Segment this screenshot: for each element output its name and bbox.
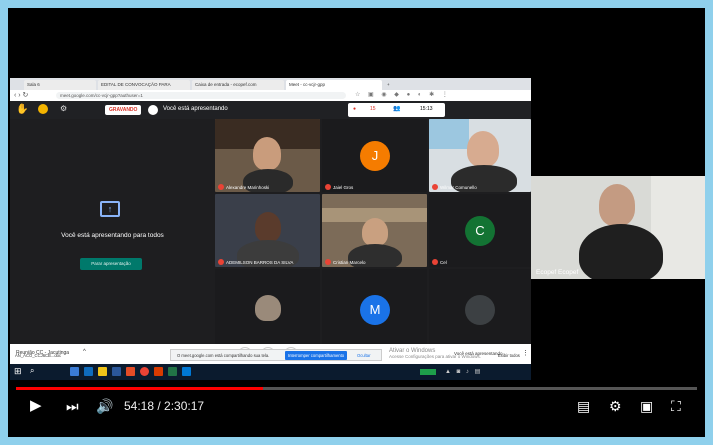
tray-icons[interactable]: ▲ ◙ ♪ ▤	[445, 368, 482, 375]
system-tray-indicator[interactable]	[420, 369, 436, 375]
meet-status-box: ● 15 👥 15:13	[348, 103, 445, 117]
folder-icon[interactable]	[98, 367, 107, 376]
participant-name: Cel	[440, 259, 447, 265]
record-dot-icon: ●	[353, 106, 357, 112]
gear-icon[interactable]: ⚙	[60, 104, 67, 113]
participant-video	[253, 137, 281, 170]
participant-tile-9	[429, 269, 531, 344]
windows-start-icon[interactable]: ⊞	[14, 366, 22, 377]
participant-video	[255, 295, 281, 321]
muted-icon	[432, 184, 438, 190]
raise-hand-icon[interactable]: ✋	[16, 104, 28, 115]
self-view-name: Ecopef Ecopef	[536, 269, 579, 276]
participant-name: Wilmar Comunello	[440, 184, 477, 190]
participant-count: 15	[370, 106, 376, 112]
time-current: 54:18	[124, 399, 155, 413]
meet-top-bar: ✋ ⚙ GRAVANDO Você está apresentando ● 15…	[10, 101, 531, 119]
user-avatar[interactable]	[38, 104, 48, 114]
powerpoint-icon[interactable]	[154, 367, 163, 376]
volume-icon[interactable]: 🔊	[96, 399, 113, 413]
self-view-face	[599, 184, 635, 226]
participant-video	[362, 218, 388, 246]
address-bar-row: ‹ › ↻ meet.google.com/cc-vcjr-gpp?authus…	[10, 90, 531, 101]
windows-taskbar: ⊞ ⌕ ▲ ◙ ♪ ▤	[10, 364, 531, 380]
participant-name: Alexandre Marinhoski	[226, 184, 270, 190]
show-all-button[interactable]: Exibir todos	[498, 353, 520, 358]
word-icon[interactable]	[112, 367, 121, 376]
presenting-label: Você está apresentando	[163, 106, 228, 112]
present-chip[interactable]: Você está apresentando	[454, 351, 503, 356]
video-player[interactable]: Sala 6 EDITAL DE CONVOCAÇÃO PARA Caixa d…	[8, 8, 705, 437]
share-notice-text: O meet.google.com está compartilhando su…	[177, 353, 270, 358]
participant-video	[467, 131, 499, 167]
participant-tile-6: C Cel	[429, 194, 531, 267]
participant-tile-1: Alexandre Marinhoski	[215, 119, 320, 192]
new-tab-button[interactable]: +	[384, 80, 394, 90]
participant-tile-7	[215, 269, 320, 344]
progress-bar[interactable]	[16, 387, 697, 390]
browser-tab-meet[interactable]: Meet - cc-vcjr-gpp	[286, 80, 382, 90]
time-display: 54:18 / 2:30:17	[124, 399, 205, 413]
browser-tab-3[interactable]: Caixa de entrada - ecopef.com	[192, 80, 284, 90]
extension-icons[interactable]: ☆ ▣ ◉ ◆ ● ◐ ✱ ⋮	[355, 91, 451, 98]
browser-tab-2[interactable]: EDITAL DE CONVOCAÇÃO PARA	[98, 80, 190, 90]
participant-tile-3: Wilmar Comunello	[429, 119, 531, 192]
share-notice-bar: O meet.google.com está compartilhando su…	[170, 349, 382, 361]
participant-name: ADEMILSON BARROS DA SILVA	[226, 259, 294, 265]
hide-button[interactable]: Ocultar	[357, 353, 371, 358]
nav-arrows-icon[interactable]: ‹ › ↻	[14, 91, 28, 99]
stop-presenting-button[interactable]: Parar apresentação	[80, 258, 142, 270]
progress-fill	[16, 387, 263, 390]
fullscreen-icon[interactable]: ⛶	[671, 399, 681, 413]
participant-video	[255, 212, 281, 242]
miniplayer-icon[interactable]: ▣	[640, 399, 653, 413]
people-icon[interactable]: 👥	[393, 105, 400, 112]
meet-stage: ↑ Você está apresentando para todos Para…	[10, 119, 531, 344]
presentation-placeholder: ↑ Você está apresentando para todos Para…	[10, 119, 215, 344]
participant-tile-2: J Jaiel Gros	[322, 119, 427, 192]
search-icon[interactable]: ⌕	[30, 366, 34, 376]
browser-tab-1[interactable]: Sala 6	[24, 80, 96, 90]
more-options-icon[interactable]: ⋮	[522, 349, 529, 357]
meet-clock: 15:13	[420, 106, 433, 112]
stop-sharing-button[interactable]: Interromper compartilhamento	[285, 351, 348, 360]
presenter-avatar	[148, 105, 158, 115]
participant-avatar: J	[360, 141, 390, 171]
participant-tile-4: ADEMILSON BARROS DA SILVA	[215, 194, 320, 267]
muted-icon	[218, 259, 224, 265]
play-icon[interactable]: ▶	[30, 398, 42, 413]
muted-icon	[325, 184, 331, 190]
chevron-up-icon[interactable]: ^	[83, 349, 86, 355]
edge-icon[interactable]	[84, 367, 93, 376]
self-view-video: Ecopef Ecopef	[531, 176, 705, 279]
participant-avatar	[465, 295, 495, 325]
muted-icon	[218, 184, 224, 190]
next-icon[interactable]: ⏭	[66, 399, 79, 413]
present-screen-icon: ↑	[100, 201, 120, 217]
participant-avatar: C	[465, 216, 495, 246]
time-total: 2:30:17	[164, 399, 205, 413]
taskbar-app-icon[interactable]	[70, 367, 79, 376]
settings-gear-icon[interactable]: ⚙	[609, 399, 622, 413]
participant-name: Cristian Marcelo	[333, 259, 366, 265]
browser-tab-bar: Sala 6 EDITAL DE CONVOCAÇÃO PARA Caixa d…	[10, 78, 531, 90]
participant-name: Jaiel Gros	[333, 184, 354, 190]
shared-screen: Sala 6 EDITAL DE CONVOCAÇÃO PARA Caixa d…	[10, 78, 531, 380]
download-file[interactable]: AN_ACO_CCJ6CB...doc	[15, 353, 61, 358]
chrome-icon[interactable]	[140, 367, 149, 376]
url-field[interactable]: meet.google.com/cc-vcjr-gpp?authuser=1	[56, 92, 346, 99]
app-icon[interactable]	[126, 367, 135, 376]
muted-icon	[432, 259, 438, 265]
participant-tile-5: Cristian Marcelo	[322, 194, 427, 267]
participant-avatar: M	[360, 295, 390, 325]
muted-icon	[325, 259, 331, 265]
participant-tile-8: M	[322, 269, 427, 344]
recording-badge: GRAVANDO	[105, 105, 142, 115]
subtitles-icon[interactable]: ▤	[577, 399, 590, 413]
excel-icon[interactable]	[168, 367, 177, 376]
outlook-icon[interactable]	[182, 367, 191, 376]
present-message: Você está apresentando para todos	[61, 232, 164, 239]
